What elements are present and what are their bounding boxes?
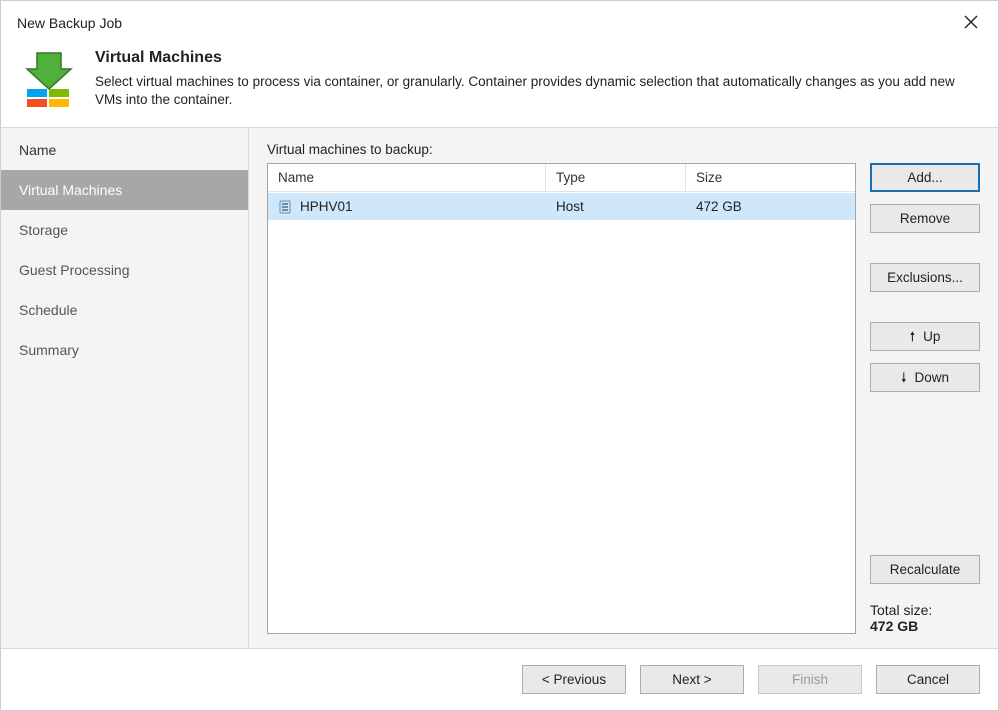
finish-button: Finish (758, 665, 862, 694)
server-icon (278, 200, 292, 214)
wizard-footer: < Previous Next > Finish Cancel (1, 649, 998, 710)
sidebar-item-summary[interactable]: Summary (1, 330, 248, 370)
cell-size: 472 GB (686, 193, 855, 220)
titlebar: New Backup Job (1, 1, 998, 37)
window-title: New Backup Job (17, 15, 122, 31)
wizard-header-text: Virtual Machines Select virtual machines… (95, 49, 982, 109)
add-button[interactable]: Add... (870, 163, 980, 192)
sidebar-item-name[interactable]: Name (1, 130, 248, 170)
sidebar-item-virtual-machines[interactable]: Virtual Machines (1, 170, 248, 210)
down-button[interactable]: 🠗 Down (870, 363, 980, 392)
page-title: Virtual Machines (95, 49, 982, 67)
total-size: Total size: 472 GB (870, 602, 980, 634)
previous-button[interactable]: < Previous (522, 665, 626, 694)
sidebar-item-storage[interactable]: Storage (1, 210, 248, 250)
action-buttons: Add... Remove Exclusions... 🠕 Up 🠗 Down … (870, 163, 980, 634)
wizard-header: Virtual Machines Select virtual machines… (1, 37, 998, 127)
up-button[interactable]: 🠕 Up (870, 322, 980, 351)
sidebar-item-schedule[interactable]: Schedule (1, 290, 248, 330)
cell-type: Host (546, 193, 686, 220)
page-description: Select virtual machines to process via c… (95, 73, 982, 109)
total-size-label: Total size: (870, 602, 980, 618)
table-header: Name Type Size (268, 164, 855, 193)
remove-button[interactable]: Remove (870, 204, 980, 233)
section-label: Virtual machines to backup: (267, 142, 980, 157)
arrow-down-icon: 🠗 (901, 371, 907, 384)
exclusions-button[interactable]: Exclusions... (870, 263, 980, 292)
total-size-value: 472 GB (870, 618, 980, 634)
close-icon[interactable] (956, 10, 986, 36)
next-button[interactable]: Next > (640, 665, 744, 694)
table-row[interactable]: HPHV01 Host 472 GB (268, 193, 855, 220)
column-header-size[interactable]: Size (686, 164, 855, 192)
wizard-sidebar: Name Virtual Machines Storage Guest Proc… (1, 128, 249, 648)
cell-name: HPHV01 (300, 199, 353, 214)
recalculate-button[interactable]: Recalculate (870, 555, 980, 584)
arrow-up-icon: 🠕 (910, 330, 916, 343)
backup-icon (21, 49, 77, 107)
main-panel: Virtual machines to backup: Name Type Si… (249, 128, 998, 648)
column-header-type[interactable]: Type (546, 164, 686, 192)
sidebar-item-guest-processing[interactable]: Guest Processing (1, 250, 248, 290)
cancel-button[interactable]: Cancel (876, 665, 980, 694)
column-header-name[interactable]: Name (268, 164, 546, 192)
vm-table[interactable]: Name Type Size HPHV01 Host 472 GB (267, 163, 856, 634)
